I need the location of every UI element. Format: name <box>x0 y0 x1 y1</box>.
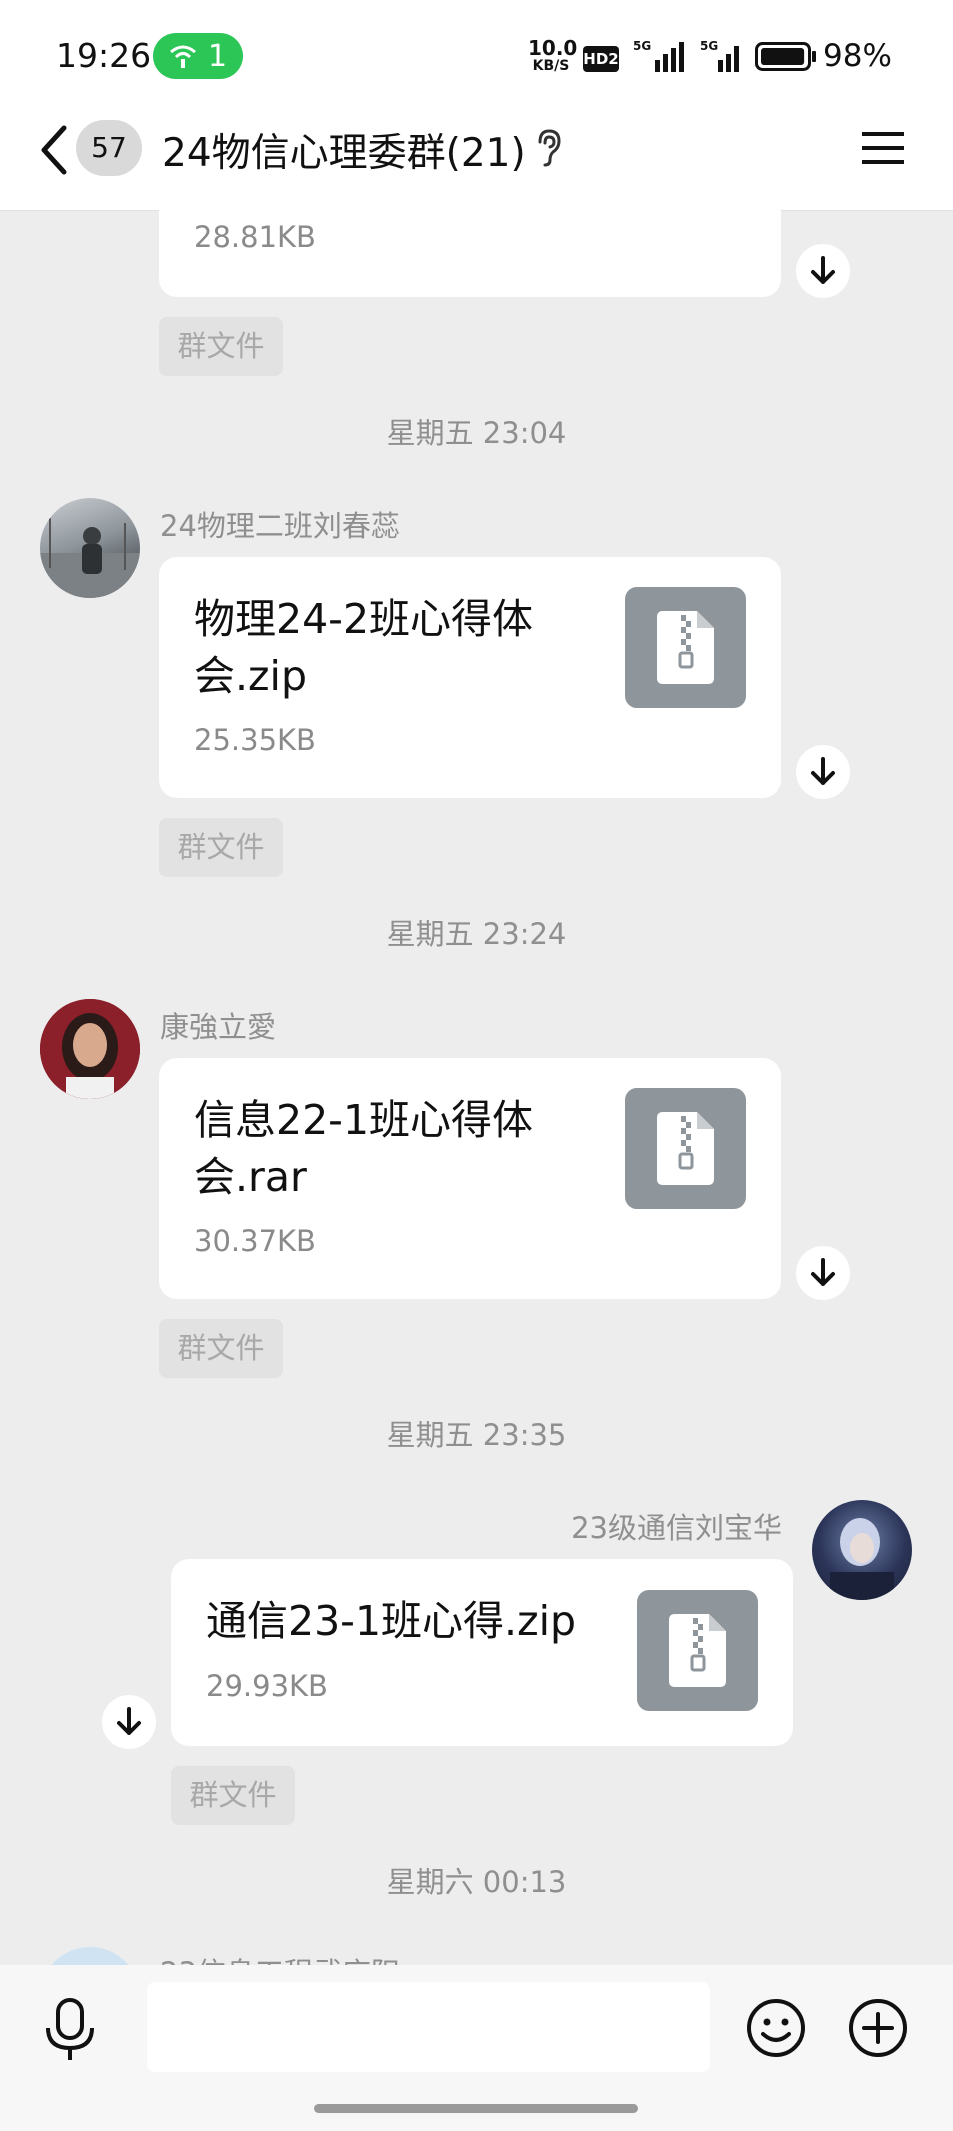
avatar[interactable] <box>812 1500 912 1600</box>
hd-badge: HD2 <box>583 46 619 72</box>
message-timestamp: 星期六 00:13 <box>386 1865 567 1899</box>
file-name-line1: 通信23-1班心得.zip <box>206 1597 577 1645</box>
sender-name: 24物理二班刘春蕊 <box>160 509 400 543</box>
download-icon <box>117 1707 141 1735</box>
file-message-bubble[interactable]: 通信23-1班心得.zip 29.93KB <box>171 1559 793 1746</box>
file-name-line2: 会.rar <box>194 1153 307 1201</box>
avatar[interactable] <box>40 999 140 1099</box>
battery-icon <box>755 42 816 71</box>
download-button[interactable] <box>796 745 850 799</box>
sender-name: 23级通信刘宝华 <box>571 1511 782 1545</box>
hotspot-icon <box>170 45 196 68</box>
file-name-line1: 物理24-2班心得体 <box>194 595 534 643</box>
file-message-bubble[interactable]: 信息22-1班心得体 会.rar 30.37KB <box>159 1058 781 1299</box>
file-size: 29.93KB <box>206 1669 328 1703</box>
file-message-bubble[interactable]: 物理24-2班心得体 会.zip 25.35KB <box>159 557 781 798</box>
message-timestamp: 星期五 23:04 <box>386 416 567 450</box>
signal2-label: 5G <box>700 39 718 53</box>
group-file-tag: 群文件 <box>159 317 283 376</box>
file-size: 25.35KB <box>194 723 316 757</box>
group-file-tag: 群文件 <box>171 1766 295 1825</box>
net-speed-value: 10.0 <box>528 36 578 60</box>
download-button[interactable] <box>796 1246 850 1300</box>
file-name-line2: 会.zip <box>194 652 307 700</box>
mic-icon[interactable] <box>42 1998 98 2062</box>
unread-badge[interactable]: 57 <box>76 120 142 176</box>
zip-file-thumbnail <box>637 1590 758 1711</box>
file-size: 28.81KB <box>194 220 316 254</box>
hotspot-count: 1 <box>208 39 228 74</box>
home-indicator[interactable] <box>314 2104 638 2113</box>
zip-file-thumbnail <box>625 1088 746 1209</box>
file-message-bubble[interactable]: 28.81KB <box>159 195 781 297</box>
chat-title[interactable]: 24物信心理委群(21) <box>162 122 526 178</box>
back-icon[interactable] <box>36 122 72 178</box>
message-timestamp: 星期五 23:24 <box>386 917 567 951</box>
emoji-icon[interactable] <box>746 1998 806 2058</box>
zip-file-thumbnail <box>625 587 746 708</box>
signal1-label: 5G <box>633 39 651 53</box>
download-button[interactable] <box>102 1695 156 1749</box>
status-time: 19:26 <box>56 36 152 75</box>
zip-file-icon <box>669 1614 726 1687</box>
download-button[interactable] <box>796 244 850 298</box>
ear-icon[interactable] <box>534 128 564 168</box>
avatar-image <box>40 999 140 1099</box>
zip-file-icon <box>657 611 714 684</box>
plus-icon[interactable] <box>848 1998 908 2058</box>
signal-icon: 5G <box>633 39 684 72</box>
battery-percent: 98% <box>823 38 892 74</box>
net-speed-unit: KB/S <box>532 58 570 74</box>
menu-icon[interactable] <box>862 128 904 168</box>
group-file-tag: 群文件 <box>159 1319 283 1378</box>
message-timestamp: 星期五 23:35 <box>386 1418 567 1452</box>
download-icon <box>811 256 835 284</box>
net-speed: 10.0 KB/S <box>528 36 578 75</box>
file-name-line1: 信息22-1班心得体 <box>194 1096 534 1144</box>
file-size: 30.37KB <box>194 1224 316 1258</box>
avatar-image <box>830 1518 894 1600</box>
message-input[interactable] <box>147 1982 710 2072</box>
avatar[interactable] <box>40 498 140 598</box>
avatar-image <box>40 518 140 598</box>
download-icon <box>811 757 835 785</box>
zip-file-icon <box>657 1112 714 1185</box>
group-file-tag: 群文件 <box>159 818 283 877</box>
download-icon <box>811 1258 835 1286</box>
hotspot-pill[interactable]: 1 <box>153 33 243 79</box>
sender-name: 康強立愛 <box>160 1010 277 1044</box>
signal-icon-2: 5G <box>700 39 739 72</box>
